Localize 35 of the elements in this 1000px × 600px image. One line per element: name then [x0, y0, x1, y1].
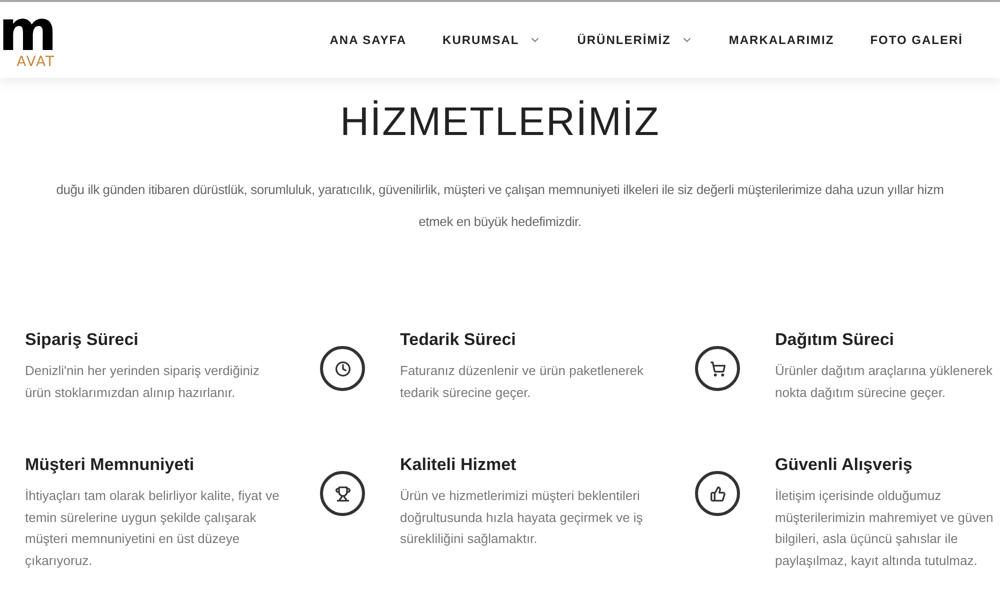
service-title: Müşteri Memnuniyeti	[25, 454, 196, 476]
service-text: Ürünler dağıtım araçlarına yüklenerek	[775, 362, 992, 380]
service-text: Denizli'nin her yerinden sipariş verdiğiniz	[25, 362, 260, 380]
nav-link[interactable]: ÜRÜNLERİMİZ	[577, 31, 693, 49]
service-text: ürün stoklarımızdan alınıp hazırlanır.	[25, 384, 236, 402]
clock-icon	[320, 346, 365, 391]
intro-text: etmek en büyük hedefimizdir.	[418, 213, 582, 231]
cart-icon	[695, 346, 740, 391]
nav-link[interactable]: ANA SAYFA	[330, 31, 407, 49]
trophy-icon	[320, 471, 365, 516]
service-text: Faturanız düzenlenir ve ürün paketlenerek	[400, 362, 644, 380]
nav-link[interactable]: FOTO GALERİ	[870, 31, 963, 49]
service-text: paylaşılmaz, kayıt altında tutulmaz.	[775, 552, 978, 570]
service-text: nokta dağıtım sürecine geçer.	[775, 384, 947, 402]
intro-text: duğu ilk günden itibaren dürüstlük, sorumluluk, yaratıcılık, güvenilirlik, müşteri ve çalışan memnuniyeti ilkeleri ile siz değerli müşterilerimize daha uzun yıllar hizm	[56, 181, 944, 199]
service-text: Ürün ve hizmetlerimizi müşteri beklentileri	[400, 487, 641, 505]
service-text: çıkarıyoruz.	[25, 552, 94, 570]
service-title: Tedarik Süreci	[400, 329, 517, 351]
service-title: Dağıtım Süreci	[775, 329, 896, 351]
service-text: bilgileri, asla üçüncü şahıslar ile	[775, 530, 959, 548]
service-text: müşteri memnuniyetini en üst düzeye	[25, 530, 241, 548]
service-text: tedarik sürecine geçer.	[400, 384, 532, 402]
thumbs-up-icon	[695, 471, 740, 516]
service-text: İhtiyaçları tam olarak belirliyor kalite, fiyat ve	[25, 487, 280, 505]
section-title: HİZMETLERİMİZ	[340, 99, 660, 146]
service-text: İletişim içerisinde olduğumuz	[775, 487, 942, 505]
service-title: Sipariş Süreci	[25, 329, 140, 351]
service-text: temin sürelerine uygun şekilde çalışarak	[25, 508, 258, 527]
service-title: Güvenli Alışveriş	[775, 454, 914, 476]
service-title: Kaliteli Hizmet	[400, 454, 518, 476]
service-text: sürekliliğini sağlamaktır.	[400, 530, 538, 548]
service-text: müşterilerimizin mahremiyet ve güven	[775, 508, 994, 527]
nav-link[interactable]: KURUMSAL	[442, 31, 542, 49]
nav-link[interactable]: MARKALARIMIZ	[728, 31, 834, 49]
service-text: doğrultusunda hızla hayata geçirmek ve iş	[400, 508, 643, 527]
